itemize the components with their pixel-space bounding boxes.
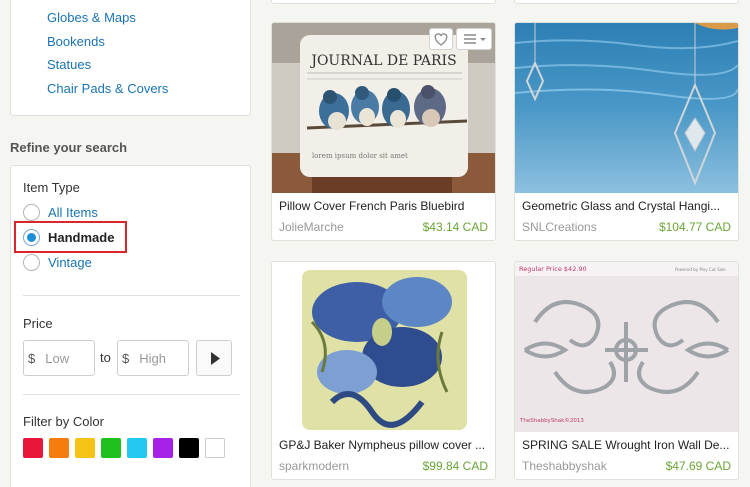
radio-all-items[interactable]: All Items — [23, 203, 98, 221]
divider — [23, 394, 240, 395]
product-price: $104.77 CAD — [658, 220, 731, 234]
color-swatch-purple[interactable] — [153, 438, 173, 458]
heart-icon — [434, 33, 448, 46]
filter-by-color-heading: Filter by Color — [23, 414, 104, 429]
favorite-button[interactable] — [429, 28, 453, 50]
product-card-4[interactable]: Regular Price $42.90 Powered by Pixy Cut… — [514, 261, 739, 480]
product-image-glass-crystal[interactable] — [515, 23, 738, 193]
svg-text:Powered by Pixy Cut Sale: Powered by Pixy Cut Sale — [675, 267, 726, 272]
price-heading: Price — [23, 316, 53, 331]
product-price: $47.69 CAD — [665, 459, 731, 473]
item-type-heading: Item Type — [23, 180, 80, 195]
color-swatch-cyan[interactable] — [127, 438, 147, 458]
price-to-label: to — [100, 350, 111, 365]
category-link-statues[interactable]: Statues — [47, 57, 91, 72]
play-triangle-icon — [211, 352, 220, 365]
product-title[interactable]: SPRING SALE Wrought Iron Wall De... — [522, 438, 734, 452]
price-low-input[interactable]: $ Low — [23, 340, 95, 376]
refine-search-heading: Refine your search — [10, 140, 128, 155]
product-shop[interactable]: SNLCreations — [522, 220, 597, 234]
product-shop[interactable]: sparkmodern — [279, 459, 349, 473]
price-submit-button[interactable] — [196, 340, 232, 376]
radio-vintage[interactable]: Vintage — [23, 253, 92, 271]
product-card-3[interactable]: GP&J Baker Nympheus pillow cover ... spa… — [271, 261, 496, 480]
currency-symbol: $ — [122, 350, 130, 366]
sidebar: Globes & Maps Bookends Statues Chair Pad… — [0, 0, 262, 487]
radio-button[interactable] — [23, 253, 40, 271]
product-card-1[interactable]: JOURNAL DE PARIS lorem ipsum dolor sit a… — [271, 22, 496, 241]
radio-handmade[interactable]: Handmade — [23, 228, 114, 246]
previous-card-stub — [514, 0, 739, 4]
product-title[interactable]: GP&J Baker Nympheus pillow cover ... — [279, 438, 491, 452]
category-link-bookends[interactable]: Bookends — [47, 34, 105, 49]
product-title[interactable]: Pillow Cover French Paris Bluebird — [279, 199, 491, 213]
category-list: Globes & Maps Bookends Statues Chair Pad… — [10, 0, 251, 116]
radio-label-vintage[interactable]: Vintage — [48, 255, 92, 270]
radio-button-checked[interactable] — [23, 228, 40, 246]
low-placeholder: Low — [45, 350, 70, 366]
product-title[interactable]: Geometric Glass and Crystal Hangi... — [522, 199, 734, 213]
color-swatch-white[interactable] — [205, 438, 225, 458]
svg-text:JOURNAL DE PARIS: JOURNAL DE PARIS — [309, 53, 456, 69]
color-swatch-yellow[interactable] — [75, 438, 95, 458]
svg-text:lorem ipsum dolor sit amet: lorem ipsum dolor sit amet — [312, 152, 408, 160]
radio-button[interactable] — [23, 203, 40, 221]
color-swatch-black[interactable] — [179, 438, 199, 458]
filter-panel: Item Type All Items Handmade Vintage Pri… — [10, 165, 251, 487]
color-swatch-red[interactable] — [23, 438, 43, 458]
product-image-wrought-iron[interactable]: Regular Price $42.90 Powered by Pixy Cut… — [515, 262, 738, 432]
product-card-2[interactable]: Geometric Glass and Crystal Hangi... SNL… — [514, 22, 739, 241]
product-shop[interactable]: JolieMarche — [279, 220, 344, 234]
add-to-list-button[interactable] — [456, 28, 492, 50]
currency-symbol: $ — [28, 350, 36, 366]
product-image-nympheus-pillow[interactable] — [272, 262, 495, 432]
product-price: $43.14 CAD — [422, 220, 488, 234]
radio-label-all-items[interactable]: All Items — [48, 205, 98, 220]
radio-label-handmade[interactable]: Handmade — [48, 230, 114, 245]
product-shop[interactable]: Theshabbyshak — [522, 459, 607, 473]
svg-text:TheShabbyShak©2013: TheShabbyShak©2013 — [519, 417, 584, 424]
svg-text:Regular Price $42.90: Regular Price $42.90 — [519, 265, 587, 273]
high-placeholder: High — [139, 350, 166, 366]
category-link-chair-pads[interactable]: Chair Pads & Covers — [47, 81, 168, 96]
divider — [23, 295, 240, 296]
previous-card-stub — [271, 0, 496, 4]
list-menu-icon — [464, 34, 486, 44]
color-swatch-orange[interactable] — [49, 438, 69, 458]
price-high-input[interactable]: $ High — [117, 340, 189, 376]
product-price: $99.84 CAD — [422, 459, 488, 473]
color-swatch-green[interactable] — [101, 438, 121, 458]
color-swatches — [23, 438, 231, 458]
category-link-globes-maps[interactable]: Globes & Maps — [47, 10, 136, 25]
